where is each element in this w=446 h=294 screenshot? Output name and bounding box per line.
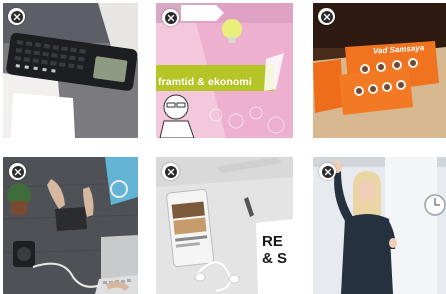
gallery-item-flyers[interactable]: Vad Samsaya [313, 3, 446, 138]
gallery-item-booklet[interactable]: framtid & ekonomi [156, 3, 293, 138]
poster-text: RE & S [262, 233, 288, 267]
remove-button[interactable] [9, 163, 26, 180]
close-icon [11, 165, 24, 178]
close-icon [164, 11, 177, 24]
remove-button[interactable] [318, 8, 335, 25]
close-icon [321, 165, 334, 178]
phone-photo [156, 157, 293, 294]
gallery-item-presenter[interactable] [313, 157, 446, 294]
remove-button[interactable] [8, 8, 25, 25]
gallery-item-calculator[interactable] [3, 3, 138, 138]
gallery-item-desk[interactable] [3, 157, 138, 294]
close-icon [10, 10, 23, 23]
remove-button[interactable] [162, 9, 179, 26]
remove-button[interactable] [319, 163, 336, 180]
close-icon [320, 10, 333, 23]
gallery-item-phone[interactable]: RE & S [156, 157, 293, 294]
booklet-title: framtid & ekonomi [158, 76, 252, 88]
remove-button[interactable] [162, 163, 179, 180]
close-icon [164, 165, 177, 178]
flyers-photo [313, 3, 446, 138]
calculator-photo [3, 3, 138, 138]
